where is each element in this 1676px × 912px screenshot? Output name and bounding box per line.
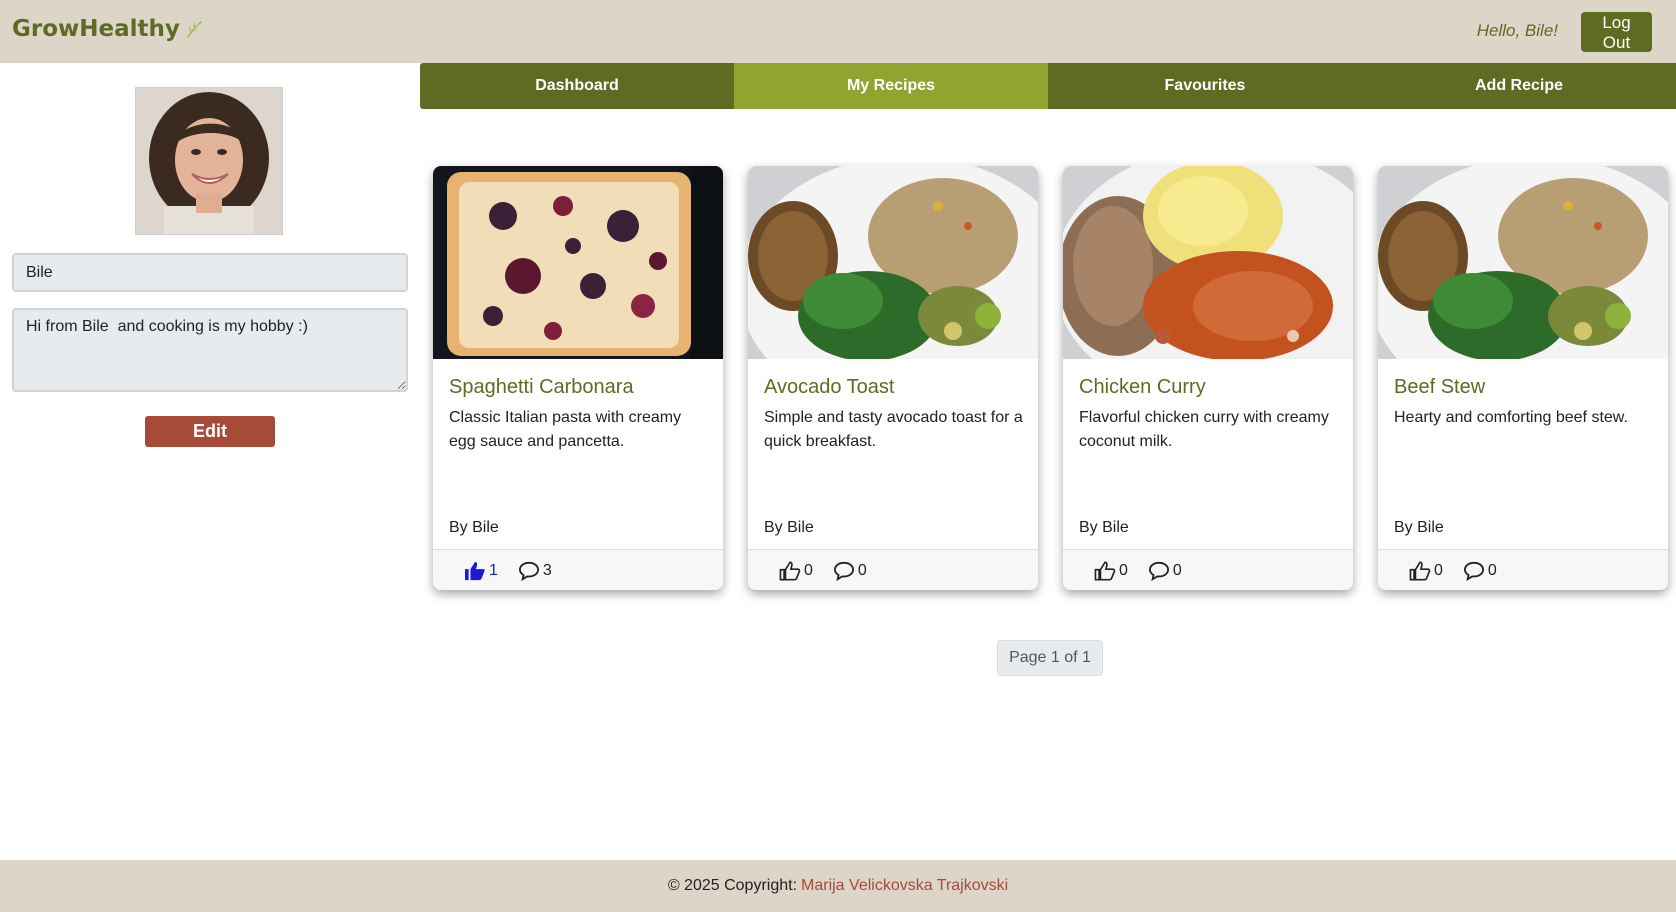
comment-icon xyxy=(1463,561,1484,581)
bio-field[interactable]: Hi from Bile and cooking is my hobby :) xyxy=(12,308,408,392)
thumbs-up-icon xyxy=(779,561,801,580)
page-footer: © 2025 Copyright: Marija Velickovska Tra… xyxy=(0,860,1676,912)
comment-button[interactable]: 0 xyxy=(1148,561,1182,581)
recipe-card[interactable]: Chicken Curry Flavorful chicken curry wi… xyxy=(1063,166,1353,590)
recipe-image xyxy=(433,166,723,359)
recipe-description: Classic Italian pasta with creamy egg sa… xyxy=(449,409,682,450)
card-footer: 0 0 xyxy=(748,549,1038,590)
comment-count: 0 xyxy=(1172,561,1182,579)
card-footer: 0 0 xyxy=(1063,549,1353,590)
tab-my-recipes[interactable]: My Recipes xyxy=(734,63,1048,109)
comment-button[interactable]: 3 xyxy=(518,561,552,581)
recipe-card[interactable]: Beef Stew Hearty and comforting beef ste… xyxy=(1378,166,1668,590)
recipe-author: By Bile xyxy=(764,519,814,536)
like-count: 0 xyxy=(804,561,813,579)
comment-count: 0 xyxy=(857,561,867,579)
like-button[interactable]: 0 xyxy=(1409,561,1443,581)
comment-icon xyxy=(518,561,539,581)
tab-add-recipe[interactable]: Add Recipe xyxy=(1362,63,1676,109)
like-count: 0 xyxy=(1119,561,1128,579)
brand-logo[interactable]: GrowHealthy xyxy=(12,16,206,42)
card-footer: 1 3 xyxy=(433,549,723,590)
comment-icon xyxy=(833,561,854,581)
main-nav: Dashboard My Recipes Favourites Add Reci… xyxy=(420,63,1676,109)
card-footer: 0 0 xyxy=(1378,549,1668,590)
like-button[interactable]: 1 xyxy=(464,561,498,581)
tab-dashboard[interactable]: Dashboard xyxy=(420,63,734,109)
recipe-title[interactable]: Chicken Curry xyxy=(1079,376,1206,399)
thumbs-up-icon xyxy=(465,561,485,580)
comment-button[interactable]: 0 xyxy=(833,561,867,581)
top-header: GrowHealthy Hello, Bile! Log Out xyxy=(0,0,1676,63)
recipe-card[interactable]: Spaghetti Carbonara Classic Italian past… xyxy=(433,166,723,590)
pagination-indicator: Page 1 of 1 xyxy=(997,640,1103,676)
comment-count: 0 xyxy=(1487,561,1497,579)
like-count: 0 xyxy=(1434,561,1443,579)
name-field[interactable] xyxy=(12,253,408,292)
recipe-title[interactable]: Avocado Toast xyxy=(764,376,894,399)
leaf-icon xyxy=(186,21,202,38)
recipe-author: By Bile xyxy=(449,519,499,536)
recipe-title[interactable]: Beef Stew xyxy=(1394,376,1485,399)
like-count: 1 xyxy=(489,561,498,579)
copyright-text: © 2025 Copyright: xyxy=(667,877,798,894)
thumbs-up-icon xyxy=(1409,561,1431,580)
author-link[interactable]: Marija Velickovska Trajkovski xyxy=(801,877,1008,895)
edit-profile-button[interactable]: Edit xyxy=(145,416,275,447)
recipe-author: By Bile xyxy=(1394,519,1444,536)
avatar xyxy=(135,87,283,235)
like-button[interactable]: 0 xyxy=(1094,561,1128,581)
recipe-description: Hearty and comforting beef stew. xyxy=(1394,409,1628,426)
recipe-card[interactable]: Avocado Toast Simple and tasty avocado t… xyxy=(748,166,1038,590)
like-button[interactable]: 0 xyxy=(779,561,813,581)
recipe-image xyxy=(748,166,1038,359)
recipe-description: Flavorful chicken curry with creamy coco… xyxy=(1079,409,1329,450)
brand-name: GrowHealthy xyxy=(12,16,180,42)
thumbs-up-icon xyxy=(1094,561,1116,580)
recipe-description: Simple and tasty avocado toast for a qui… xyxy=(764,409,1023,450)
recipe-author: By Bile xyxy=(1079,519,1129,536)
recipe-title[interactable]: Spaghetti Carbonara xyxy=(449,376,634,399)
recipe-image xyxy=(1378,166,1668,359)
avatar-image xyxy=(136,88,282,234)
tab-favourites[interactable]: Favourites xyxy=(1048,63,1362,109)
recipe-image xyxy=(1063,166,1353,359)
comment-icon xyxy=(1148,561,1169,581)
user-greeting: Hello, Bile! xyxy=(1476,21,1558,40)
comment-count: 3 xyxy=(542,561,552,579)
logout-button[interactable]: Log Out xyxy=(1581,12,1652,52)
comment-button[interactable]: 0 xyxy=(1463,561,1497,581)
